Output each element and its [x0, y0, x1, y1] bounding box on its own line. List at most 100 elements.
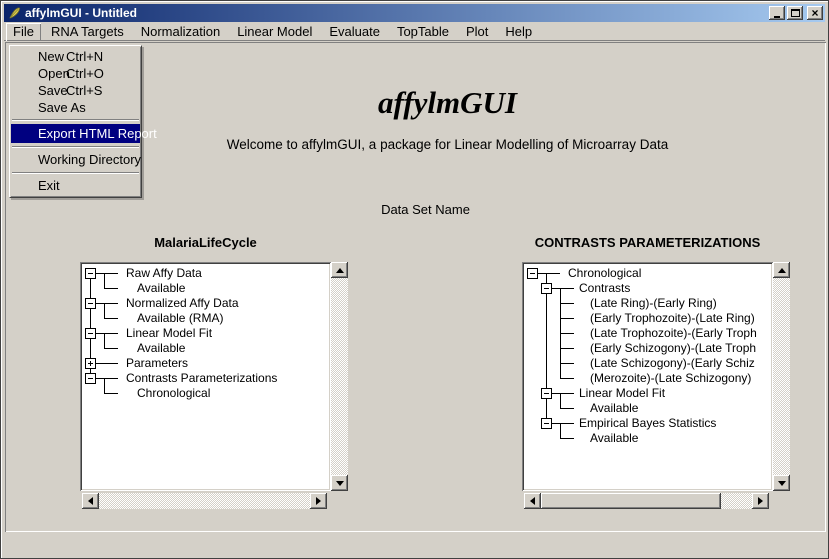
- right-scroll-left-button[interactable]: [524, 493, 541, 509]
- tree-connector-line: [104, 303, 105, 318]
- tree-item-label[interactable]: Linear Model Fit: [579, 386, 665, 401]
- close-icon: ×: [811, 8, 818, 18]
- tree-item-label[interactable]: Chronological: [568, 266, 641, 281]
- right-tree: ChronologicalContrasts(Late Ring)-(Early…: [524, 264, 771, 489]
- menu-item-shortcut: Ctrl+S: [66, 82, 102, 99]
- tree-item-label[interactable]: Available: [590, 431, 638, 446]
- right-vertical-scrollbar[interactable]: [773, 262, 790, 491]
- right-scroll-up-button[interactable]: [773, 262, 790, 278]
- menu-item-shortcut: Ctrl+N: [66, 48, 103, 65]
- minimize-button[interactable]: [769, 6, 785, 20]
- right-scroll-right-button[interactable]: [752, 493, 769, 509]
- menubar-item-rna-targets[interactable]: RNA Targets: [44, 23, 131, 41]
- file-menu: NewCtrl+NOpenCtrl+OSaveCtrl+SSave As Expo…: [9, 45, 142, 198]
- tree-item-label[interactable]: Available: [590, 401, 638, 416]
- left-horizontal-scrollbar[interactable]: [82, 493, 327, 509]
- window-controls: ×: [769, 6, 823, 20]
- tree-item-label[interactable]: (Early Trophozoite)-(Late Ring): [590, 311, 755, 326]
- expander-minus-icon[interactable]: [85, 373, 96, 384]
- left-vertical-scrollbar[interactable]: [331, 262, 348, 491]
- tree-connector-line: [560, 408, 574, 409]
- expander-minus-icon[interactable]: [541, 388, 552, 399]
- maximize-button[interactable]: [787, 6, 803, 20]
- expander-plus-icon[interactable]: [85, 358, 96, 369]
- left-tree-listbox: Raw Affy DataAvailableNormalized Affy Da…: [80, 262, 331, 491]
- tree-item-label[interactable]: Linear Model Fit: [126, 326, 212, 341]
- expander-minus-icon[interactable]: [541, 418, 552, 429]
- left-arrow-icon: [530, 497, 535, 505]
- menu-item-save-as[interactable]: Save As: [11, 99, 140, 116]
- left-scroll-right-button[interactable]: [310, 493, 327, 509]
- maximize-icon: [791, 9, 800, 17]
- up-arrow-icon: [336, 268, 344, 273]
- menubar-item-linear-model[interactable]: Linear Model: [230, 23, 319, 41]
- right-scroll-down-button[interactable]: [773, 475, 790, 491]
- tree-connector-line: [560, 333, 574, 334]
- menu-item-working-directory[interactable]: Working Directory: [11, 151, 140, 169]
- up-arrow-icon: [778, 268, 786, 273]
- menu-item-label: Export HTML Report: [38, 126, 157, 141]
- expander-minus-icon[interactable]: [541, 283, 552, 294]
- tree-item-label[interactable]: (Late Schizogony)-(Early Schiz: [590, 356, 755, 371]
- minimize-icon: [774, 16, 780, 18]
- tree-connector-line: [560, 348, 574, 349]
- app-window: affylmGUI - Untitled × FileRNA TargetsNo…: [0, 0, 829, 559]
- menubar-item-help[interactable]: Help: [498, 23, 539, 41]
- menu-item-open[interactable]: OpenCtrl+O: [11, 65, 140, 82]
- tree-item-label[interactable]: Raw Affy Data: [126, 266, 202, 281]
- menu-item-label: New: [38, 49, 64, 64]
- menu-item-new[interactable]: NewCtrl+N: [11, 48, 140, 65]
- tree-item-label[interactable]: Available: [137, 281, 185, 296]
- menubar-item-evaluate[interactable]: Evaluate: [322, 23, 387, 41]
- right-arrow-icon: [758, 497, 763, 505]
- tree-item-label[interactable]: Parameters: [126, 356, 188, 371]
- expander-minus-icon[interactable]: [85, 298, 96, 309]
- menu-item-label: Exit: [38, 178, 60, 193]
- tree-connector-line: [104, 378, 105, 393]
- welcome-text: Welcome to affylmGUI, a package for Line…: [69, 137, 826, 152]
- menubar-item-plot[interactable]: Plot: [459, 23, 495, 41]
- right-listbox-wrap: ChronologicalContrasts(Late Ring)-(Early…: [522, 262, 790, 491]
- menubar-item-normalization[interactable]: Normalization: [134, 23, 227, 41]
- tree-item-label[interactable]: Contrasts: [579, 281, 630, 296]
- expander-minus-icon[interactable]: [85, 268, 96, 279]
- tree-connector-line: [560, 393, 561, 408]
- app-icon-feather: [6, 5, 22, 21]
- window-title: affylmGUI - Untitled: [25, 4, 769, 22]
- left-panel-title: MalariaLifeCycle: [80, 236, 331, 250]
- expander-minus-icon[interactable]: [527, 268, 538, 279]
- title-bar[interactable]: affylmGUI - Untitled ×: [4, 4, 825, 22]
- right-hscrollbar-thumb[interactable]: [541, 493, 721, 509]
- tree-item-label[interactable]: Available: [137, 341, 185, 356]
- left-arrow-icon: [88, 497, 93, 505]
- tree-item-label[interactable]: (Early Schizogony)-(Late Troph: [590, 341, 756, 356]
- close-button[interactable]: ×: [807, 6, 823, 20]
- tree-item-label[interactable]: (Late Ring)-(Early Ring): [590, 296, 717, 311]
- menu-item-label: Save: [38, 83, 68, 98]
- tree-item-label[interactable]: Normalized Affy Data: [126, 296, 239, 311]
- menu-item-label: Save As: [38, 100, 86, 115]
- menubar-item-toptable[interactable]: TopTable: [390, 23, 456, 41]
- tree-item-label[interactable]: (Late Trophozoite)-(Early Troph: [590, 326, 757, 341]
- left-scroll-down-button[interactable]: [331, 475, 348, 491]
- data-set-name-button[interactable]: Data Set Name: [373, 197, 478, 222]
- left-scroll-up-button[interactable]: [331, 262, 348, 278]
- menu-item-export-html-report[interactable]: Export HTML Report: [11, 124, 140, 143]
- tree-item-label[interactable]: Available (RMA): [137, 311, 223, 326]
- expander-minus-icon[interactable]: [85, 328, 96, 339]
- menubar-item-file[interactable]: File: [6, 23, 41, 41]
- left-scroll-left-button[interactable]: [82, 493, 99, 509]
- menu-item-exit[interactable]: Exit: [11, 177, 140, 195]
- right-panel: CONTRASTS PARAMETERIZATIONS Chronologica…: [522, 236, 790, 509]
- tree-item-label[interactable]: Contrasts Parameterizations: [126, 371, 277, 386]
- tree-item-label[interactable]: Chronological: [137, 386, 210, 401]
- tree-item-label[interactable]: Empirical Bayes Statistics: [579, 416, 716, 431]
- menu-item-save[interactable]: SaveCtrl+S: [11, 82, 140, 99]
- right-tree-listbox: ChronologicalContrasts(Late Ring)-(Early…: [522, 262, 773, 491]
- left-listbox-wrap: Raw Affy DataAvailableNormalized Affy Da…: [80, 262, 348, 491]
- tree-item-label[interactable]: (Merozoite)-(Late Schizogony): [590, 371, 751, 386]
- right-horizontal-scrollbar[interactable]: [524, 493, 769, 509]
- down-arrow-icon: [778, 481, 786, 486]
- menu-item-label: Working Directory: [38, 152, 141, 167]
- tree-connector-line: [560, 423, 561, 438]
